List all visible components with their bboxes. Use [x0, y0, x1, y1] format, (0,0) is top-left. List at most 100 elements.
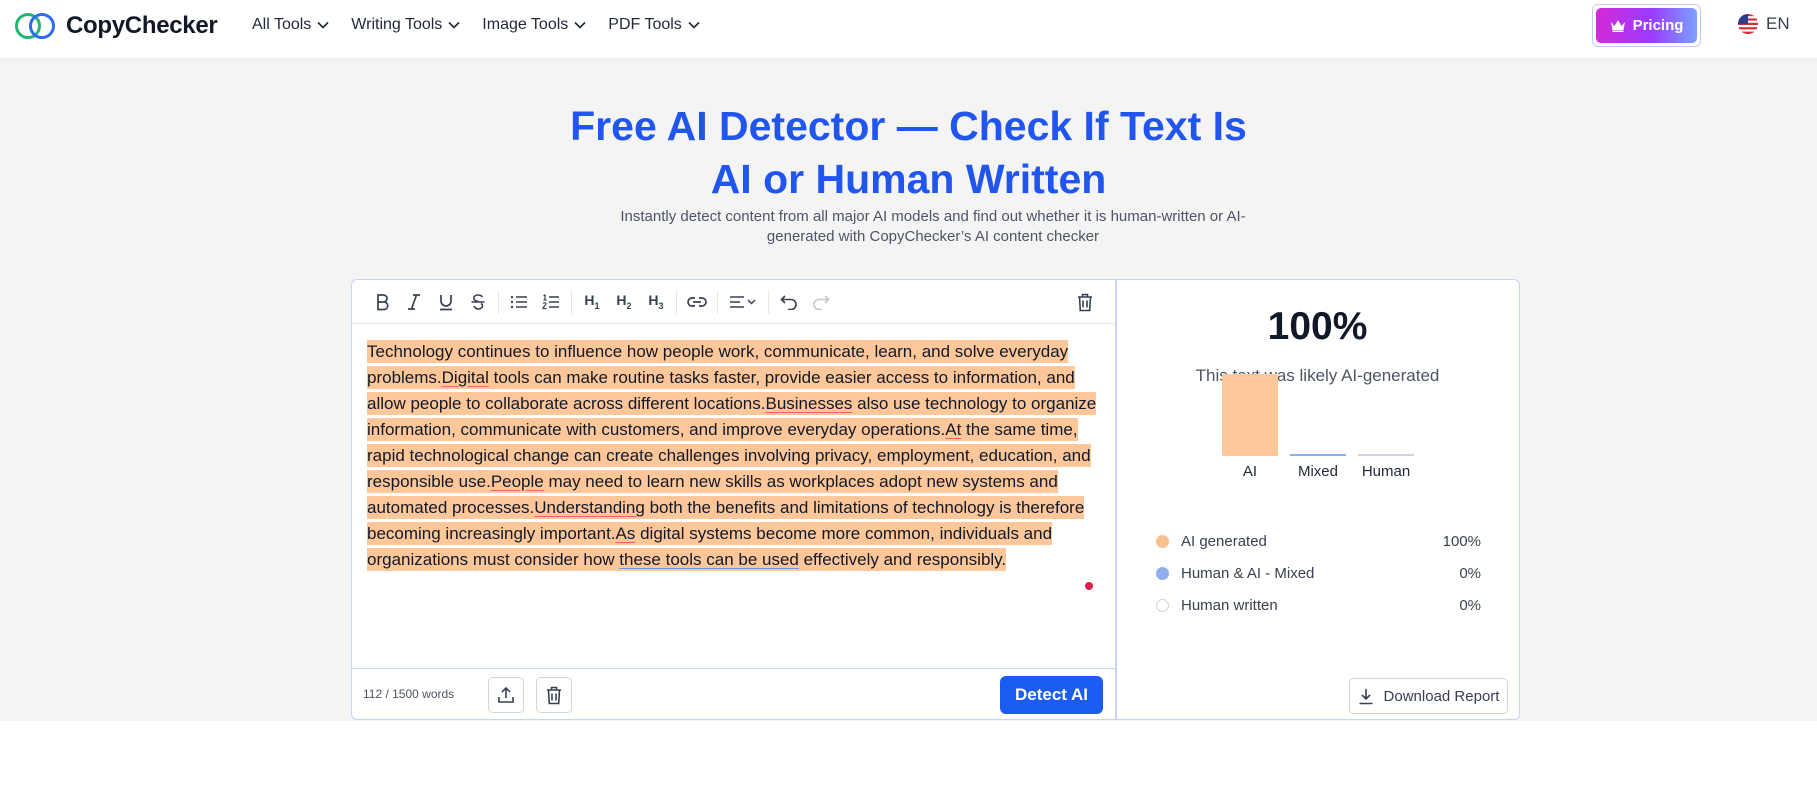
editor-footer: 112 / 1500 words Detect AI — [352, 668, 1115, 720]
numbered-list-icon — [542, 293, 559, 309]
redo-button[interactable] — [805, 286, 837, 318]
result-panel: 100% This text was likely AI-generated A… — [1115, 279, 1520, 720]
pricing-button-frame: Pricing — [1592, 4, 1701, 47]
word-count: 112 / 1500 words — [363, 687, 455, 701]
language-selector[interactable]: EN — [1738, 14, 1790, 34]
upload-icon — [498, 686, 514, 703]
bar-label-mixed: Mixed — [1298, 463, 1338, 480]
nav-image-tools[interactable]: Image Tools — [482, 16, 586, 34]
legend-value: 0% — [1459, 596, 1481, 614]
chevron-down-icon — [448, 21, 460, 29]
ai-highlighted-text: Technology continues to influence how pe… — [367, 340, 1097, 571]
main-nav: All Tools Writing Tools Image Tools PDF … — [252, 16, 700, 34]
bar-label-human: Human — [1362, 463, 1410, 480]
legend-value: 0% — [1459, 564, 1481, 582]
flagged-word: Digital — [441, 368, 489, 387]
legend-row: Human written 0% — [1156, 589, 1481, 621]
us-flag-icon — [1738, 14, 1758, 34]
flagged-word: People — [490, 472, 544, 491]
status-dot — [1085, 582, 1093, 590]
bold-button[interactable] — [366, 286, 398, 318]
nav-writing-tools-label: Writing Tools — [351, 16, 443, 33]
bar-mixed — [1290, 454, 1346, 456]
chevron-down-icon — [317, 21, 329, 29]
delete-text-button[interactable] — [536, 677, 572, 713]
italic-icon — [408, 293, 420, 310]
bullet-list-button[interactable] — [503, 286, 535, 318]
toolbar-divider — [717, 289, 718, 314]
trash-icon — [547, 686, 561, 704]
nav-all-tools-label: All Tools — [252, 16, 312, 33]
upload-button[interactable] — [488, 677, 524, 713]
legend-label: AI generated — [1181, 532, 1267, 550]
legend-label: Human & AI - Mixed — [1181, 564, 1315, 582]
legend-dot — [1156, 534, 1169, 548]
toolbar-divider — [498, 289, 499, 314]
flagged-phrase: these tools can be used — [619, 550, 799, 569]
italic-button[interactable] — [398, 286, 430, 318]
download-report-button[interactable]: Download Report — [1349, 678, 1508, 714]
editor-toolbar: H1 H2 H3 — [352, 280, 1115, 324]
detect-ai-button[interactable]: Detect AI — [1000, 676, 1103, 714]
legend-dot — [1156, 566, 1169, 580]
pricing-button[interactable]: Pricing — [1596, 8, 1697, 43]
text-segment: effectively and responsibly. — [798, 550, 1007, 569]
legend-label: Human written — [1181, 596, 1278, 614]
nav-all-tools[interactable]: All Tools — [252, 16, 329, 34]
align-dropdown[interactable] — [722, 286, 764, 318]
bold-icon — [377, 293, 389, 310]
top-navigation-bar: CopyChecker All Tools Writing Tools Imag… — [0, 0, 1817, 59]
heading-1-icon: H1 — [584, 292, 600, 311]
page-title: Free AI Detector — Check If Text Is AI o… — [0, 100, 1817, 206]
trash-icon — [1078, 293, 1092, 311]
legend-value: 100% — [1442, 532, 1481, 550]
logo-text: CopyChecker — [66, 12, 218, 39]
language-label: EN — [1766, 14, 1790, 33]
heading-2-icon: H2 — [616, 292, 632, 311]
nav-image-tools-label: Image Tools — [482, 16, 569, 33]
link-icon — [687, 296, 707, 307]
page-subtitle: Instantly detect content from all major … — [620, 208, 1246, 245]
legend-row: AI generated 100% — [1156, 525, 1481, 557]
heading-2-button[interactable]: H2 — [608, 286, 640, 318]
strikethrough-button[interactable] — [462, 286, 494, 318]
toolbar-divider — [571, 289, 572, 314]
flagged-word: As — [615, 524, 636, 543]
align-left-icon — [730, 295, 756, 308]
page-title-line-1: Free AI Detector — Check If Text Is — [570, 103, 1247, 149]
legend-row: Human & AI - Mixed 0% — [1156, 557, 1481, 589]
underline-icon — [440, 294, 452, 310]
flagged-word: At — [945, 420, 962, 439]
bar-label-ai: AI — [1243, 463, 1257, 480]
heading-3-icon: H3 — [648, 292, 664, 311]
bullet-list-icon — [510, 295, 527, 308]
chevron-down-icon — [574, 21, 586, 29]
heading-1-button[interactable]: H1 — [576, 286, 608, 318]
logo-rings-icon — [15, 13, 55, 39]
crown-icon — [1610, 20, 1625, 32]
undo-button[interactable] — [773, 286, 805, 318]
redo-icon — [813, 294, 830, 310]
heading-3-button[interactable]: H3 — [640, 286, 672, 318]
clear-editor-button[interactable] — [1069, 286, 1101, 318]
strikethrough-icon — [471, 293, 485, 310]
editor-text-area[interactable]: Technology continues to influence how pe… — [367, 339, 1097, 573]
pricing-label: Pricing — [1632, 17, 1684, 34]
underline-button[interactable] — [430, 286, 462, 318]
nav-pdf-tools-label: PDF Tools — [608, 16, 682, 33]
numbered-list-button[interactable] — [535, 286, 567, 318]
text-editor-panel: H1 H2 H3 Technology continues to influen… — [351, 279, 1115, 720]
bar-human — [1358, 454, 1414, 456]
nav-writing-tools[interactable]: Writing Tools — [351, 16, 460, 34]
bar-ai — [1222, 374, 1278, 456]
score-legend: AI generated 100% Human & AI - Mixed 0% Huma… — [1156, 525, 1481, 621]
flagged-word: Businesses — [765, 394, 853, 413]
toolbar-divider — [768, 289, 769, 314]
logo[interactable]: CopyChecker — [14, 11, 218, 41]
nav-pdf-tools[interactable]: PDF Tools — [608, 16, 700, 34]
legend-dot — [1156, 598, 1169, 612]
chevron-down-icon — [688, 21, 700, 29]
flagged-word: Understanding — [534, 498, 645, 517]
score-bar-chart: AI Mixed Human — [1222, 374, 1414, 480]
link-button[interactable] — [681, 286, 713, 318]
